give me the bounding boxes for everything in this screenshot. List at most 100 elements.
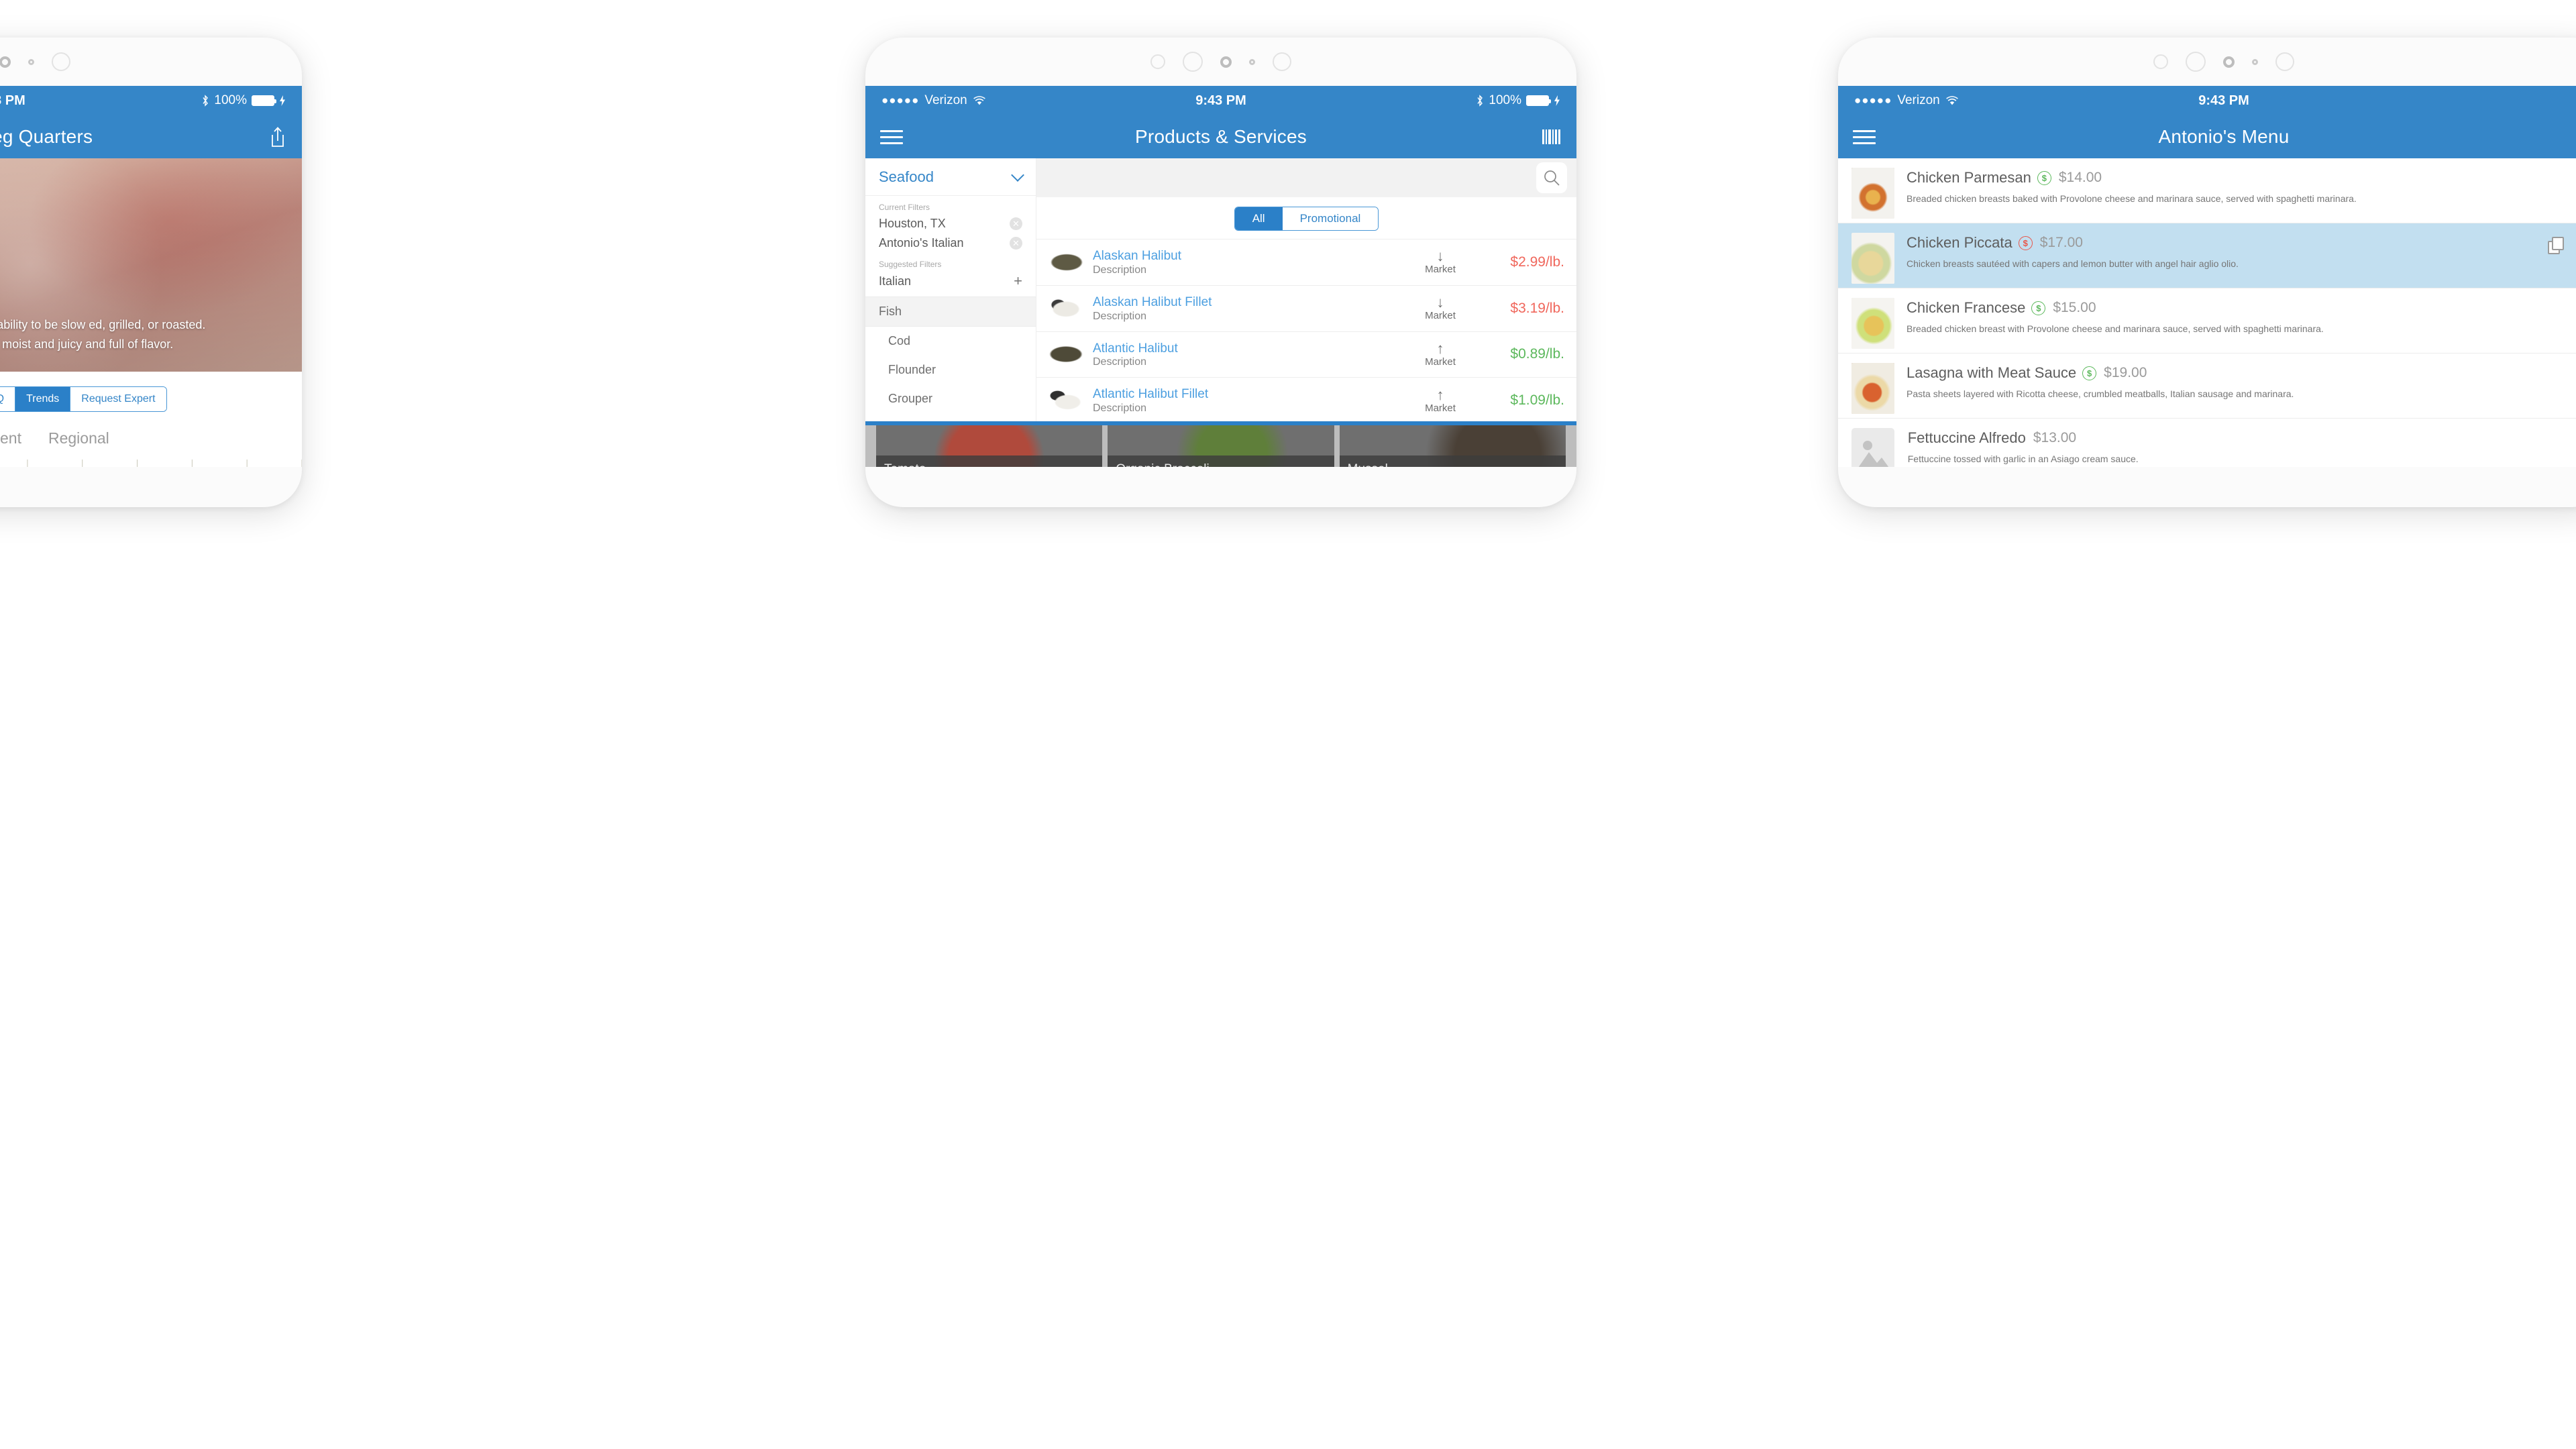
filter-chip[interactable]: Houston, TX ✕ xyxy=(879,214,1022,233)
product-info: Atlantic Halibut Description xyxy=(1093,341,1410,369)
search-icon xyxy=(1544,170,1560,186)
product-price: $1.09/lb. xyxy=(1510,392,1564,409)
menu-item-row[interactable]: Chicken Piccata $ $17.00 Chicken breasts… xyxy=(1838,223,2576,288)
tablet2-status-bar: ●●●●● Verizon 9:43 PM 100% xyxy=(865,86,1576,115)
suggested-filter-chip[interactable]: Italian + xyxy=(879,271,1022,291)
hero-image: EAT FOR GRILLING chicken leg quarter is … xyxy=(0,158,302,372)
product-row[interactable]: Alaskan Halibut Fillet Description ↓ Mar… xyxy=(1036,284,1576,331)
page-title: Products & Services xyxy=(1135,126,1307,147)
camera-icon xyxy=(2186,52,2206,72)
camera-lens-icon xyxy=(1220,56,1232,68)
dish-thumbnail xyxy=(1851,298,1894,349)
tab-trends[interactable]: Trends xyxy=(15,387,71,411)
tablet2-lower-panel: Tomato Product Description Organic Brocc… xyxy=(865,421,1576,467)
tablet3-screen: ●●●●● Verizon 9:43 PM Antonio's Menu Chi… xyxy=(1838,86,2576,467)
product-row[interactable]: Alaskan Halibut Description ↓ Market $2.… xyxy=(1036,239,1576,285)
price-trend: ↓ Market xyxy=(1410,295,1470,322)
hamburger-icon[interactable] xyxy=(1853,129,1876,144)
close-icon[interactable]: ✕ xyxy=(1010,217,1022,230)
product-info: Atlantic Halibut Fillet Description xyxy=(1093,386,1410,415)
dish-thumbnail xyxy=(1851,363,1894,414)
category-selector[interactable]: Seafood xyxy=(865,158,1036,196)
tile-caption: Organic Broccoli Product Description xyxy=(1108,455,1334,467)
tab-faq[interactable]: FAQ xyxy=(0,387,16,411)
sidebar-section-fish: Fish xyxy=(865,297,1036,327)
status-right: 100% xyxy=(201,93,286,108)
tablet1-nav-bar: Chicken Leg Quarters xyxy=(0,115,302,158)
tile-title: Mussel xyxy=(1348,462,1558,467)
tab-all[interactable]: All xyxy=(1234,207,1283,230)
camera-lens-icon xyxy=(2223,56,2235,68)
sidebar-item-cod[interactable]: Cod xyxy=(865,327,1036,356)
product-info: Alaskan Halibut Fillet Description xyxy=(1093,294,1410,323)
barcode-scan-button[interactable] xyxy=(1542,127,1562,146)
tab-promotional[interactable]: Promotional xyxy=(1282,207,1379,230)
menu-item-price: $13.00 xyxy=(2033,430,2077,445)
chevron-down-icon xyxy=(1011,168,1024,182)
dish-photo xyxy=(1851,168,1894,219)
menu-item-row[interactable]: Chicken Francese $ $15.00 Breaded chicke… xyxy=(1838,288,2576,354)
product-tile[interactable]: Organic Broccoli Product Description xyxy=(1108,425,1334,467)
close-icon[interactable]: ✕ xyxy=(1010,237,1022,250)
chart-tab-regional[interactable]: Regional xyxy=(48,429,109,447)
menu-item-body: Fettuccine Alfredo $13.00 Fettuccine tos… xyxy=(1908,428,2571,467)
market-label: Market xyxy=(1425,356,1456,368)
mic-icon xyxy=(1249,58,1255,65)
price-indicator-badge: $ xyxy=(2037,170,2051,185)
price-indicator-badge: $ xyxy=(2018,235,2033,250)
product-name[interactable]: Alaskan Halibut xyxy=(1093,248,1410,264)
share-icon xyxy=(272,127,284,147)
product-tile[interactable]: Mussel Product Description xyxy=(1339,425,1566,467)
menu-item-row[interactable]: Lasagna with Meat Sauce $ $19.00 Pasta s… xyxy=(1838,354,2576,419)
detail-tabs: Description Nutrition FAQ Trends Request… xyxy=(0,372,302,419)
carrier-label: Verizon xyxy=(924,93,967,107)
hamburger-icon[interactable] xyxy=(880,129,903,144)
arrow-up-icon: ↑ xyxy=(1436,339,1444,357)
menu-item-body: Lasagna with Meat Sauce $ $19.00 Pasta s… xyxy=(1907,363,2571,414)
share-button[interactable] xyxy=(268,126,287,148)
menu-item-name: Fettuccine Alfredo xyxy=(1907,429,2026,446)
product-tile[interactable]: Tomato Product Description xyxy=(876,425,1103,467)
product-row[interactable]: Atlantic Halibut Fillet Description ↑ Ma… xyxy=(1036,377,1576,423)
tablet-product-detail: 9:43 PM 100% Chicken Leg Quarters xyxy=(0,38,302,507)
battery-percent: 100% xyxy=(1489,93,1521,107)
sidebar-item-grouper[interactable]: Grouper xyxy=(865,384,1036,413)
product-price: $3.19/lb. xyxy=(1510,300,1564,316)
menu-item-row[interactable]: Chicken Parmesan $ $14.00 Breaded chicke… xyxy=(1838,158,2576,223)
sidebar-item-flounder[interactable]: Flounder xyxy=(865,356,1036,384)
dish-thumbnail xyxy=(1851,168,1894,219)
screenshot-canvas: 9:43 PM 100% Chicken Leg Quarters xyxy=(0,0,2576,1449)
tab-request-expert[interactable]: Request Expert xyxy=(70,387,166,411)
signal-dots-icon: ●●●●● xyxy=(881,94,920,107)
photo-placeholder-block: + Add Photo xyxy=(1851,428,1896,467)
product-row[interactable]: Atlantic Halibut Description ↑ Market $0… xyxy=(1036,331,1576,378)
seasonal-trend-chart xyxy=(0,460,302,467)
market-label: Market xyxy=(1425,264,1456,276)
search-button[interactable] xyxy=(1536,162,1567,193)
plus-icon[interactable]: + xyxy=(1014,274,1022,288)
charging-icon xyxy=(280,95,285,106)
battery-icon xyxy=(252,95,276,106)
promo-filter-tabs: All Promotional xyxy=(1036,197,1576,239)
bluetooth-icon xyxy=(1477,95,1483,107)
chart-svg xyxy=(27,460,302,467)
filter-label: Italian xyxy=(879,274,912,288)
image-placeholder-icon xyxy=(1851,428,1894,467)
duplicate-icon[interactable] xyxy=(2548,237,2564,254)
dish-photo xyxy=(1851,363,1894,414)
menu-item-row[interactable]: + Add Photo Fettuccine Alfredo $13.00 Fe… xyxy=(1838,419,2576,467)
camera-icon xyxy=(1183,52,1203,72)
filter-label: Antonio's Italian xyxy=(879,236,964,250)
product-name[interactable]: Atlantic Halibut xyxy=(1093,341,1410,357)
filter-chip[interactable]: Antonio's Italian ✕ xyxy=(879,233,1022,253)
product-name[interactable]: Atlantic Halibut Fillet xyxy=(1093,386,1410,402)
chart-tab-event[interactable]: Event xyxy=(0,429,21,447)
barcode-icon xyxy=(1542,129,1560,144)
menu-item-body: Chicken Parmesan $ $14.00 Breaded chicke… xyxy=(1907,168,2571,219)
price-trend: ↑ Market xyxy=(1410,387,1470,414)
search-bar xyxy=(1036,158,1576,197)
market-label: Market xyxy=(1425,310,1456,322)
product-name[interactable]: Alaskan Halibut Fillet xyxy=(1093,294,1410,311)
menu-item-description: Breaded chicken breast with Provolone ch… xyxy=(1907,323,2324,334)
products-sidebar: Seafood Current Filters Houston, TX ✕ An… xyxy=(865,158,1036,467)
